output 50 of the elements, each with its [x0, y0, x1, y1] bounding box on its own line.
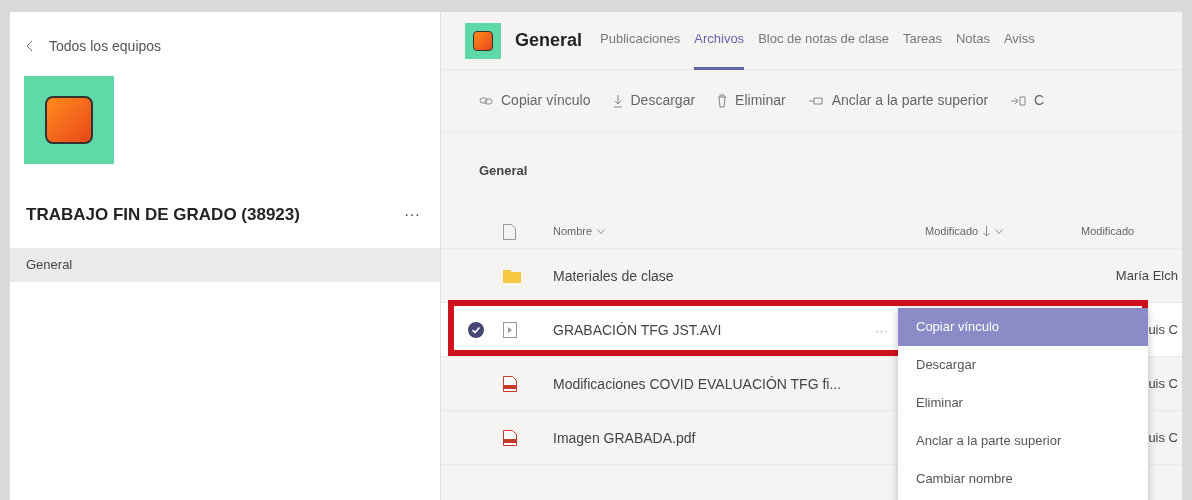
channel-item[interactable]: General [10, 247, 440, 282]
toolbar-button[interactable]: Copiar vínculo [501, 90, 591, 111]
menu-item[interactable]: Cambiar nombre [898, 460, 1148, 498]
more-button[interactable]: ··· [404, 202, 420, 227]
modified-by: uis C [1148, 428, 1178, 447]
back-icon [26, 40, 33, 52]
menu-item[interactable]: Anclar a la parte superior [898, 422, 1148, 460]
team-name: TRABAJO FIN DE GRADO (38923) [26, 204, 300, 226]
tab[interactable]: Aviss [1003, 12, 1035, 70]
toolbar-button[interactable]: Eliminar [735, 90, 786, 111]
modified-by: María Elch [1115, 266, 1178, 285]
tab[interactable]: Tareas [902, 12, 942, 70]
download-icon [612, 93, 623, 108]
tab[interactable]: Publicaciones [600, 12, 681, 70]
menu-item[interactable]: Eliminar [898, 384, 1148, 422]
pdf-file-icon [503, 375, 517, 392]
team-logo-icon [24, 76, 114, 164]
move-icon [1010, 95, 1027, 106]
tab[interactable]: Notas [955, 12, 990, 70]
file-icon [503, 223, 516, 240]
tab[interactable]: Bloc de notas de clase [758, 12, 889, 70]
folder-icon [503, 268, 521, 283]
chevron-down-icon [597, 229, 606, 234]
column-header[interactable]: Modificado [1081, 223, 1135, 240]
sort-down-icon [983, 226, 991, 237]
modified-by: uis C [1148, 320, 1178, 339]
menu-item[interactable]: Copiar vínculo [898, 308, 1148, 346]
column-header[interactable]: Modificado [925, 223, 979, 240]
tab[interactable]: Archivos [694, 12, 745, 70]
team-logo-icon [465, 22, 501, 59]
file-name[interactable]: Materiales de clase [553, 267, 674, 284]
back-link[interactable]: Todos los equipos [49, 35, 162, 57]
file-name[interactable]: GRABACIÓN TFG JST.AVI [553, 321, 722, 338]
menu-item[interactable]: Descargar [898, 346, 1148, 384]
toolbar-button[interactable]: C [1034, 90, 1045, 111]
video-file-icon [503, 321, 517, 338]
link-icon [479, 95, 493, 106]
column-header[interactable]: Nombre [553, 223, 593, 240]
trash-icon [717, 93, 728, 108]
chevron-down-icon [995, 229, 1004, 234]
breadcrumb: General [479, 163, 528, 178]
file-name[interactable]: Modificaciones COVID EVALUACIÓN TFG fi... [553, 375, 842, 392]
modified-by: uis C [1148, 374, 1178, 393]
channel-title: General [515, 29, 583, 52]
pdf-file-icon [503, 429, 517, 446]
toolbar-button[interactable]: Anclar a la parte superior [831, 90, 989, 111]
file-name[interactable]: Imagen GRABADA.pdf [553, 429, 696, 446]
check-icon [468, 321, 484, 338]
toolbar-button[interactable]: Descargar [630, 90, 696, 111]
pin-icon [807, 95, 824, 106]
